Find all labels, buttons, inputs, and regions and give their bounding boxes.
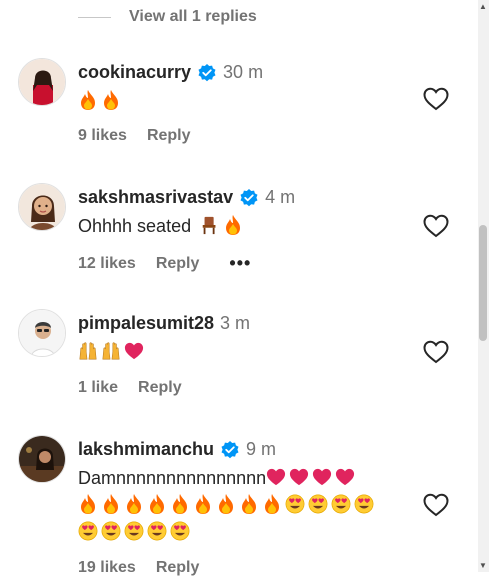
fire-icon [101,89,121,111]
username[interactable]: cookinacurry [78,62,191,83]
heart-eyes-icon [101,520,121,542]
avatar[interactable] [18,183,66,231]
thread-line [78,16,111,18]
comment-text-content: Damnnnnnnnnnnnnnnn [78,468,267,488]
like-heart-icon[interactable] [423,87,449,111]
heart-eyes-icon [124,520,144,542]
raised-hands-icon [101,340,121,362]
view-replies-label[interactable]: View all 1 replies [129,8,257,26]
heart-eyes-icon [78,520,98,542]
heart-eyes-icon [331,493,351,515]
verified-icon [239,188,259,208]
verified-icon [220,440,240,460]
username[interactable]: pimpalesumit28 [78,313,214,334]
fire-icon [262,493,282,515]
more-options-button[interactable]: ••• [229,253,251,274]
scroll-up-arrow-icon[interactable]: ▲ [479,2,487,11]
comment-text-content: Ohhhh seated [78,216,192,236]
like-heart-icon[interactable] [423,340,449,364]
timestamp: 3 m [220,313,251,333]
reply-button[interactable]: Reply [138,379,182,397]
likes-count[interactable]: 19 likes [78,559,136,577]
fire-icon [223,214,243,236]
fire-icon [78,89,98,111]
fire-icon [147,493,167,515]
reply-button[interactable]: Reply [156,255,200,273]
fire-icon [101,493,121,515]
timestamp: 4 m [265,187,296,207]
raised-hands-icon [78,340,98,362]
comment-text [78,339,147,366]
likes-count[interactable]: 1 like [78,379,118,397]
avatar[interactable] [18,58,66,106]
fire-icon [124,493,144,515]
scroll-down-arrow-icon[interactable]: ▼ [479,561,487,570]
heart-eyes-icon [308,493,328,515]
reply-button[interactable]: Reply [156,559,200,577]
scrollbar-thumb[interactable] [479,225,487,341]
timestamp: 30 m [223,62,264,82]
heart-icon [312,466,332,488]
username[interactable]: sakshmasrivastav [78,187,233,208]
comment-text: Damnnnnnnnnnnnnnnn [78,465,377,546]
chair-icon [200,214,220,236]
timestamp: 9 m [246,439,277,459]
username[interactable]: lakshmimanchu [78,439,214,460]
view-replies[interactable]: View all 1 replies [78,8,257,26]
fire-icon [170,493,190,515]
reply-button[interactable]: Reply [147,127,191,145]
fire-icon [216,493,236,515]
like-heart-icon[interactable] [423,214,449,238]
likes-count[interactable]: 9 likes [78,127,127,145]
comment-text: Ohhhh seated [78,213,246,240]
like-heart-icon[interactable] [423,493,449,517]
heart-icon [289,466,309,488]
avatar[interactable] [18,435,66,483]
avatar[interactable] [18,309,66,357]
fire-icon [193,493,213,515]
heart-eyes-icon [285,493,305,515]
heart-icon [335,466,355,488]
heart-eyes-icon [354,493,374,515]
verified-icon [197,63,217,83]
fire-icon [78,493,98,515]
heart-eyes-icon [170,520,190,542]
likes-count[interactable]: 12 likes [78,255,136,273]
comment-text [78,88,124,115]
heart-icon [266,466,286,488]
heart-icon [124,340,144,362]
heart-eyes-icon [147,520,167,542]
fire-icon [239,493,259,515]
